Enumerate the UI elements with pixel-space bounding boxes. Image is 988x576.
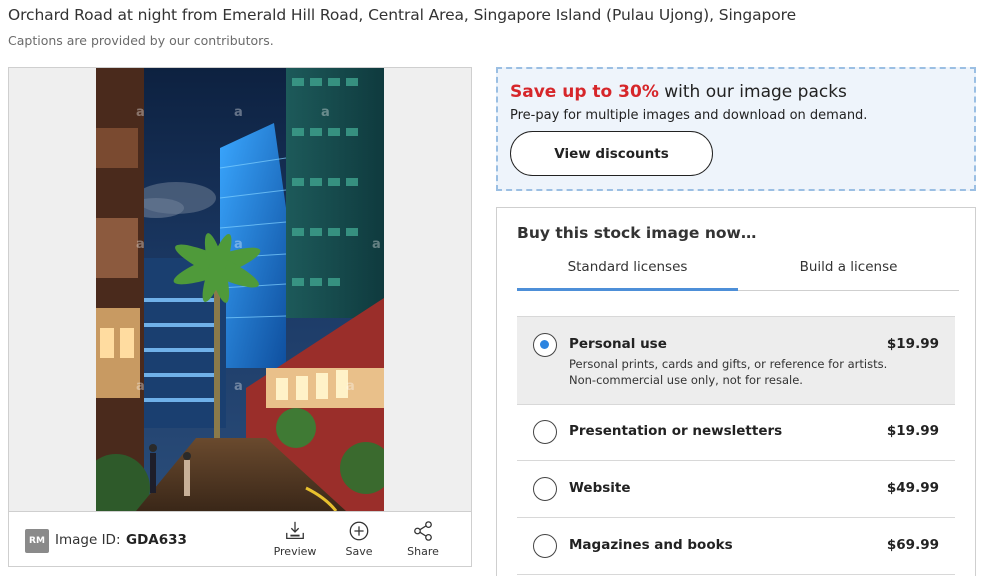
license-price: $19.99 [886, 423, 939, 439]
radio-magazines[interactable] [533, 534, 557, 558]
radio-presentation[interactable] [533, 420, 557, 444]
license-option-website[interactable]: Website $49.99 [517, 461, 955, 518]
image-footer: RM Image ID: GDA633 Preview Save Share [9, 511, 471, 566]
buy-license-panel: Buy this stock image now… Standard licen… [496, 207, 976, 576]
view-discounts-button[interactable]: View discounts [510, 131, 713, 176]
license-option-presentation[interactable]: Presentation or newsletters $19.99 [517, 404, 955, 461]
svg-text:a: a [136, 105, 145, 120]
license-desc-line2: Non-commercial use only, not for resale. [569, 373, 803, 387]
share-icon [414, 521, 432, 541]
preview-download-icon [286, 521, 304, 539]
svg-text:a: a [234, 379, 243, 394]
svg-text:a: a [234, 105, 243, 120]
preview-label: Preview [273, 545, 317, 558]
save-button[interactable]: Save [331, 520, 387, 562]
promo-headline-rest: with our image packs [658, 82, 847, 102]
svg-text:a: a [136, 237, 145, 252]
save-label: Save [345, 545, 373, 558]
svg-text:a: a [346, 379, 355, 394]
rights-managed-badge: RM [25, 529, 49, 553]
promo-headline: Save up to 30% with our image packs [510, 82, 847, 102]
svg-text:a: a [136, 379, 145, 394]
promo-subtext: Pre-pay for multiple images and download… [510, 108, 868, 123]
license-desc-line1: Personal prints, cards and gifts, or ref… [569, 357, 888, 371]
license-option-magazines[interactable]: Magazines and books $69.99 [517, 518, 955, 575]
license-price: $69.99 [886, 537, 939, 553]
radio-personal-use[interactable] [533, 333, 557, 357]
promo-highlight: Save up to 30% [510, 82, 659, 102]
image-packs-promo: Save up to 30% with our image packs Pre-… [496, 67, 976, 191]
tab-standard-licenses[interactable]: Standard licenses [517, 259, 738, 291]
plus-circle-icon [349, 521, 369, 541]
svg-text:a: a [234, 237, 243, 252]
license-price: $49.99 [886, 480, 939, 496]
license-name: Personal use [569, 336, 667, 352]
image-id-label: Image ID: [55, 532, 121, 548]
svg-text:a: a [321, 105, 330, 120]
image-caption-title: Orchard Road at night from Emerald Hill … [8, 6, 797, 24]
tab-build-license[interactable]: Build a license [738, 259, 959, 291]
image-preview-area[interactable]: a a a a a a a a a [9, 68, 471, 511]
image-id-value: GDA633 [126, 532, 187, 548]
image-panel: a a a a a a a a a RM Image ID: GDA633 Preview … [8, 67, 472, 567]
caption-note: Captions are provided by our contributor… [8, 33, 274, 48]
svg-text:a: a [372, 237, 381, 252]
preview-button[interactable]: Preview [267, 520, 323, 562]
license-option-personal-use[interactable]: Personal use $19.99 Personal prints, car… [517, 316, 955, 405]
license-name: Website [569, 480, 631, 496]
license-name: Magazines and books [569, 537, 733, 553]
stock-photo[interactable]: a a a a a a a a a [96, 68, 384, 511]
share-label: Share [407, 545, 439, 558]
license-name: Presentation or newsletters [569, 423, 783, 439]
radio-website[interactable] [533, 477, 557, 501]
buy-title: Buy this stock image now… [517, 224, 757, 242]
share-button[interactable]: Share [395, 520, 451, 562]
license-price: $19.99 [886, 336, 939, 352]
